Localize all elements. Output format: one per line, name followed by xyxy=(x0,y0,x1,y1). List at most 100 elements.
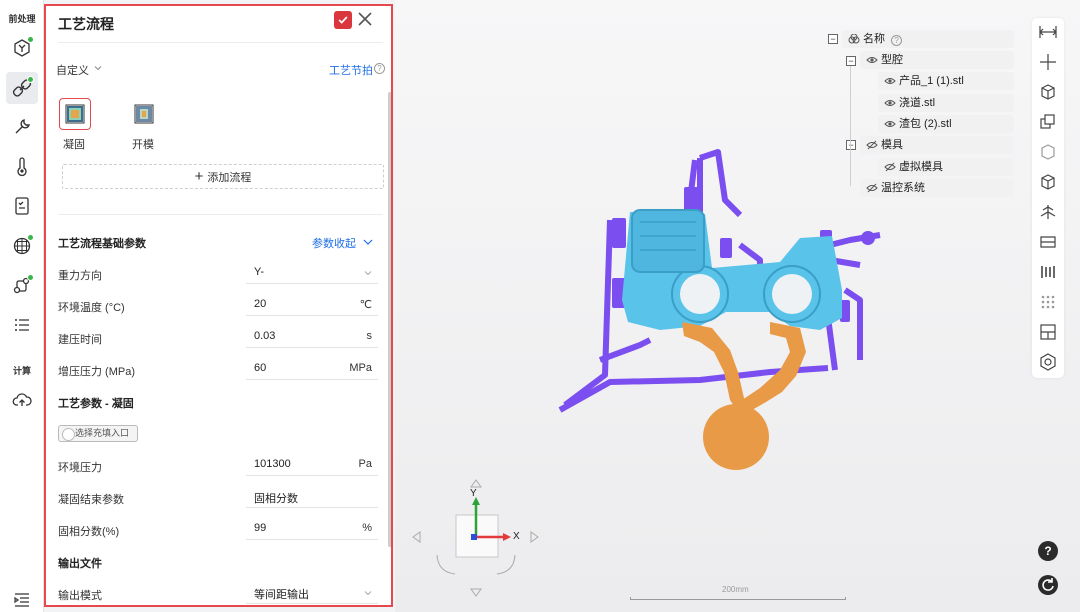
eye-icon[interactable] xyxy=(884,119,896,129)
tree-label: 温控系统 xyxy=(881,182,925,194)
tree-node-virtual-mold[interactable]: 虚拟模具 xyxy=(878,158,1014,176)
chevron-down-icon xyxy=(364,591,372,596)
step-label: 凝固 xyxy=(63,139,85,151)
eye-icon[interactable] xyxy=(884,98,896,108)
field-unit: ℃ xyxy=(359,299,372,311)
check-icon xyxy=(338,16,348,24)
indent-icon xyxy=(14,593,29,607)
cloud-upload-icon xyxy=(12,393,32,406)
thermometer-icon xyxy=(17,157,27,177)
expand-sidebar-button[interactable] xyxy=(6,584,38,612)
param-label: 环境压力 xyxy=(58,462,102,474)
chevron-down-icon[interactable] xyxy=(94,64,102,72)
step-open-mold[interactable] xyxy=(128,98,160,130)
casting-model[interactable] xyxy=(395,0,1080,612)
eye-off-icon[interactable] xyxy=(866,183,878,193)
plus-icon: + xyxy=(194,168,204,185)
boost-pressure-input[interactable]: 60 MPa xyxy=(246,358,378,380)
close-button[interactable] xyxy=(356,10,374,28)
tree-guide-line xyxy=(850,66,851,186)
process-tool[interactable] xyxy=(6,72,38,104)
process-flow-panel: 工艺流程 自定义 工艺节拍 ? 凝固 开模 + 添加流程 工艺流程基础参数 参数… xyxy=(44,4,393,607)
cube-front-icon[interactable] xyxy=(1038,82,1058,102)
select-fill-inlet-toggle[interactable]: 选择充填入口 xyxy=(58,425,138,442)
tree-node-mold[interactable]: 模具 xyxy=(860,136,1014,154)
list-tool[interactable] xyxy=(6,309,38,341)
field-unit: Pa xyxy=(358,458,372,470)
ambient-pressure-input[interactable]: 101300 Pa xyxy=(246,454,378,476)
field-unit: MPa xyxy=(349,362,372,374)
tree-node-cavity[interactable]: 型腔 xyxy=(860,51,1014,69)
flow-tool[interactable] xyxy=(6,270,38,302)
add-process-label: 添加流程 xyxy=(207,171,252,184)
solidify-end-param-select[interactable]: 固相分数 xyxy=(246,486,378,508)
reset-view-button[interactable] xyxy=(1038,575,1058,595)
mesh-tool[interactable] xyxy=(6,230,38,262)
process-snapshot-link[interactable]: 工艺节拍 xyxy=(329,62,373,78)
status-done-dot xyxy=(27,76,34,83)
temperature-tool[interactable] xyxy=(6,151,38,183)
iso-view-icon[interactable] xyxy=(1038,202,1058,222)
close-icon xyxy=(358,12,372,26)
wrench-icon xyxy=(15,119,30,134)
measure-icon[interactable] xyxy=(1038,22,1058,42)
pressure-build-time-input[interactable]: 0.03 s xyxy=(246,326,378,348)
param-label: 凝固结束参数 xyxy=(58,494,124,506)
hexagon-settings-icon[interactable] xyxy=(1038,352,1058,372)
compute-section-label: 计算 xyxy=(12,366,31,376)
tree-node-runner[interactable]: 浇道.stl xyxy=(878,94,1014,112)
eye-icon[interactable] xyxy=(866,55,878,65)
param-label: 增压压力 (MPa) xyxy=(58,366,135,378)
field-value: 0.03 xyxy=(254,330,276,342)
tree-node-thermal-control[interactable]: 温控系统 xyxy=(860,179,1014,197)
section-view-icon[interactable] xyxy=(1038,232,1058,252)
cube-solid-icon[interactable] xyxy=(1038,172,1058,192)
3d-viewport[interactable]: Y X xyxy=(395,0,1080,612)
right-toolbar xyxy=(1032,18,1064,378)
gravity-direction-select[interactable]: Y- xyxy=(246,262,378,284)
panel-title: 工艺流程 xyxy=(58,16,114,32)
solid-fraction-input[interactable]: 99 % xyxy=(246,518,378,540)
checklist-tool[interactable] xyxy=(6,190,38,222)
left-toolbar: 前处理 计算 xyxy=(0,0,44,612)
tree-collapse-toggle[interactable]: − xyxy=(846,140,856,150)
eye-off-icon[interactable] xyxy=(884,162,896,172)
gating-orange xyxy=(682,322,806,470)
scale-bar xyxy=(630,597,846,600)
field-value: 101300 xyxy=(254,458,291,470)
axis-cross-icon[interactable] xyxy=(1038,52,1058,72)
tree-label: 型腔 xyxy=(881,54,903,66)
upload-compute-tool[interactable] xyxy=(6,384,38,416)
eye-icon[interactable] xyxy=(884,76,896,86)
confirm-button[interactable] xyxy=(334,11,352,29)
help-icon[interactable]: ? xyxy=(891,35,903,46)
tree-root[interactable]: 名称 ? xyxy=(842,30,1014,48)
dots-grid-icon[interactable] xyxy=(1038,292,1058,312)
param-label: 建压时间 xyxy=(58,334,102,346)
solidify-step-icon xyxy=(65,104,85,124)
output-mode-select[interactable]: 等间距输出 xyxy=(246,582,378,604)
add-process-button[interactable]: + 添加流程 xyxy=(62,164,384,189)
ambient-temperature-input[interactable]: 20 ℃ xyxy=(246,294,378,316)
chevron-down-icon xyxy=(364,271,372,276)
help-button[interactable]: ? xyxy=(1038,541,1058,561)
tree-label: 浇道.stl xyxy=(899,97,936,109)
layout-grid-icon[interactable] xyxy=(1038,322,1058,342)
chevron-down-icon[interactable] xyxy=(363,237,373,247)
layers-icon[interactable] xyxy=(1038,112,1058,132)
tools-tool[interactable] xyxy=(6,111,38,143)
step-solidify[interactable] xyxy=(59,98,91,130)
cube-wire-icon[interactable] xyxy=(1038,142,1058,162)
tree-collapse-toggle[interactable]: − xyxy=(828,34,838,44)
tree-node-product[interactable]: 产品_1 (1).stl xyxy=(878,72,1014,90)
eye-off-icon[interactable] xyxy=(866,140,878,150)
tree-node-overflow[interactable]: 渣包 (2).stl xyxy=(878,115,1014,133)
basic-params-title: 工艺流程基础参数 xyxy=(58,238,146,250)
tree-collapse-toggle[interactable]: − xyxy=(846,56,856,66)
help-icon[interactable]: ? xyxy=(374,63,385,74)
geometry-tool[interactable] xyxy=(6,32,38,64)
panel-scrollbar[interactable] xyxy=(388,92,391,547)
template-select[interactable]: 自定义 xyxy=(56,62,89,78)
collapse-params-link[interactable]: 参数收起 xyxy=(312,235,356,251)
explode-view-icon[interactable] xyxy=(1038,262,1058,282)
